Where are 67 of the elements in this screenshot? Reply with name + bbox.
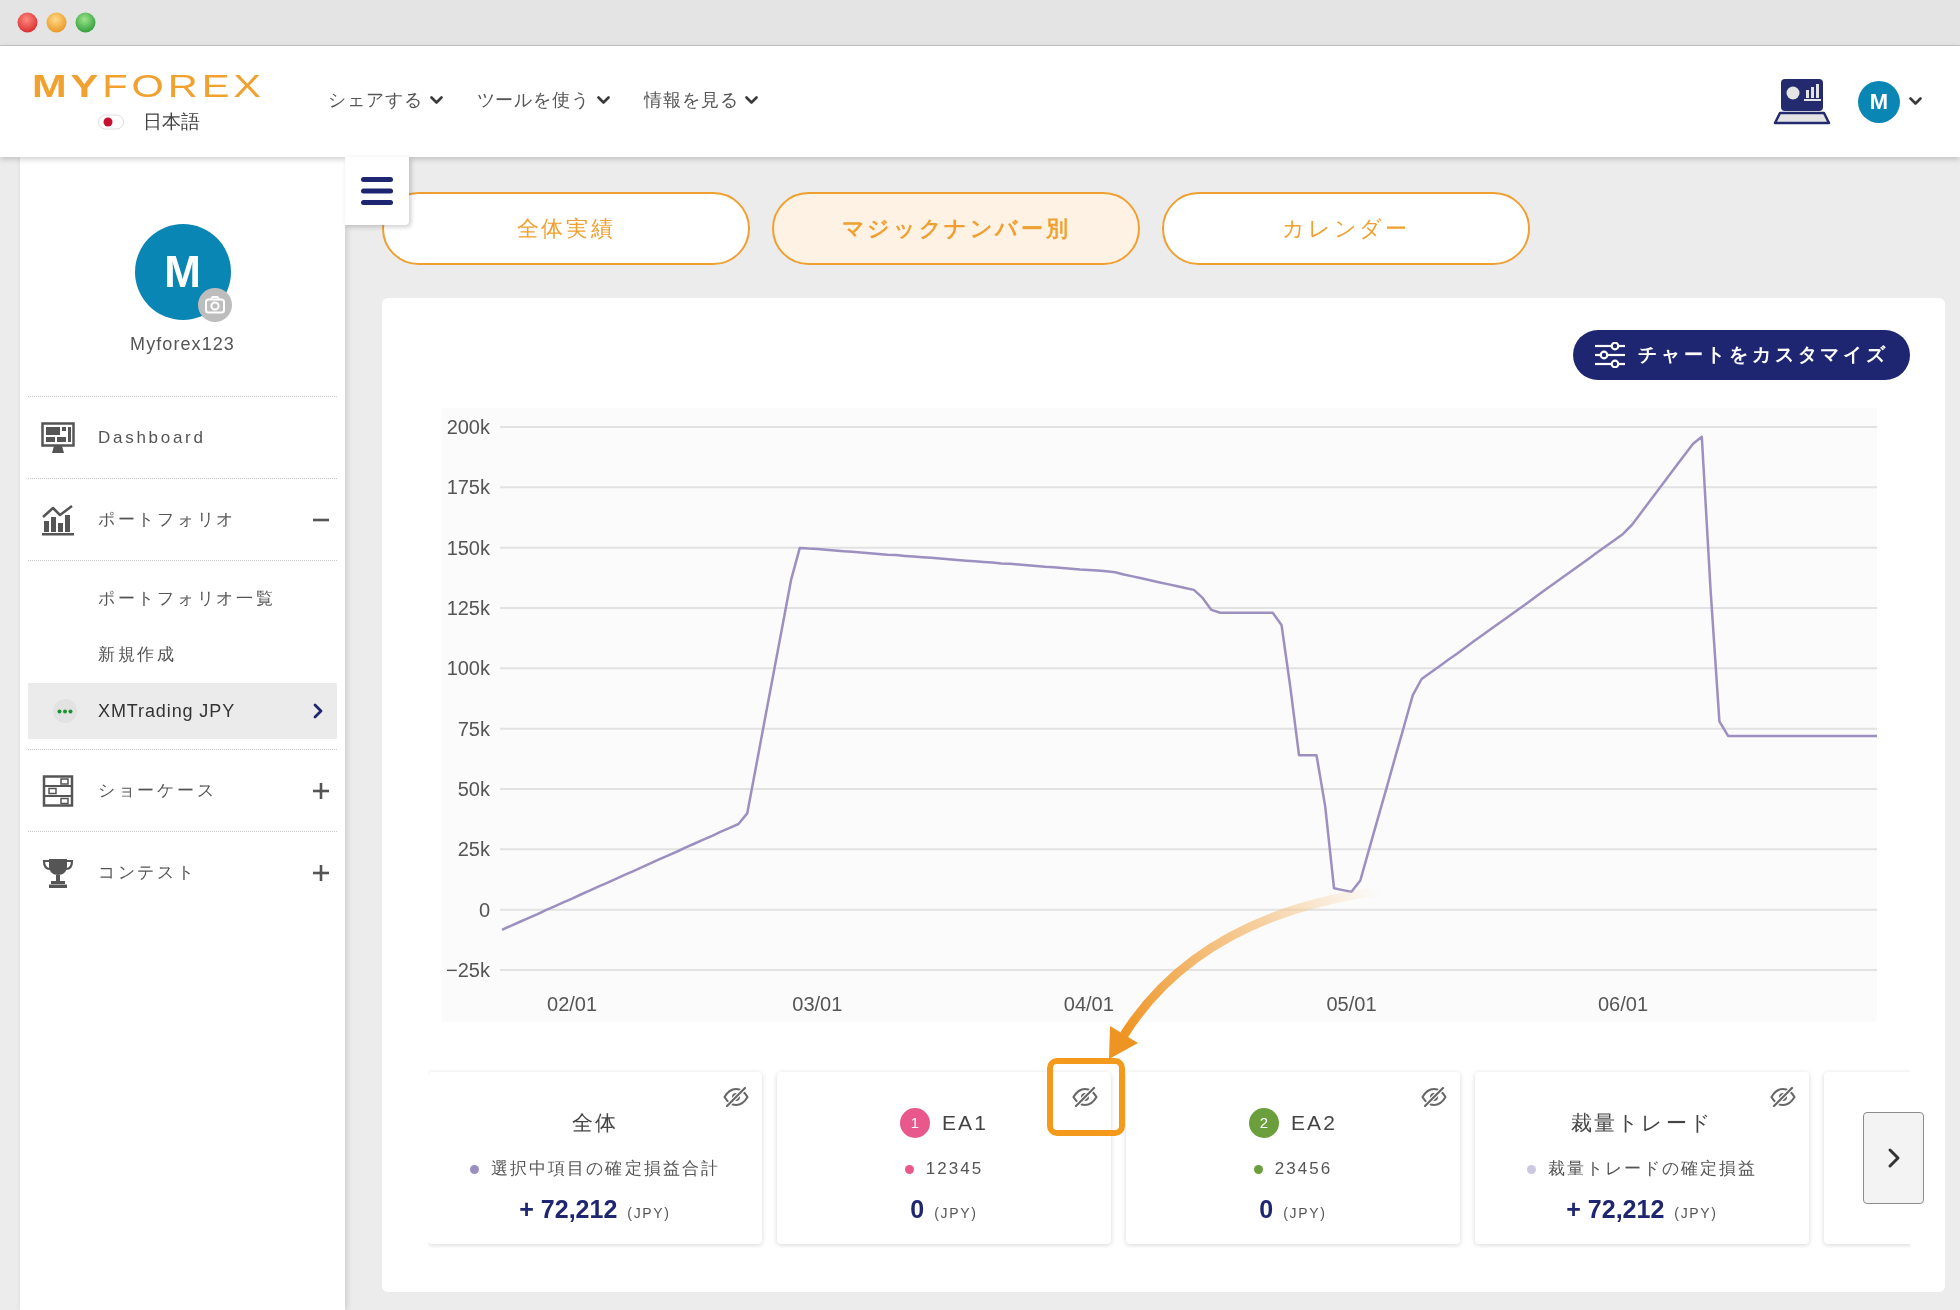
card-title: 全体 [571, 1110, 619, 1137]
y-axis-label: 0 [478, 898, 490, 921]
laptop-chart-icon[interactable] [1773, 77, 1831, 126]
chevron-down-icon[interactable] [429, 95, 443, 105]
card-value: 0 [910, 1194, 925, 1225]
plus-icon[interactable] [312, 863, 330, 882]
number-badge: 1 [900, 1108, 930, 1138]
username: Myforex123 [130, 333, 235, 356]
chevron-down-icon[interactable] [596, 95, 610, 105]
eye-slash-icon[interactable] [1421, 1087, 1447, 1107]
plus-icon[interactable] [312, 781, 330, 800]
x-axis-label: 05/01 [1326, 993, 1377, 1015]
y-axis-label: 25k [457, 838, 490, 861]
profile-avatar[interactable]: M [134, 224, 231, 320]
y-axis-label: 75k [457, 717, 490, 740]
menu-icon [361, 177, 393, 205]
chevron-down-icon[interactable] [1909, 97, 1922, 106]
chevron-right-icon[interactable] [313, 703, 323, 719]
cabinet-icon [41, 774, 75, 807]
card-value: + 72,212 [1566, 1194, 1665, 1225]
flag-icon [97, 113, 125, 131]
currency-unit: (JPY) [627, 1204, 671, 1223]
currency-unit: (JPY) [1283, 1204, 1327, 1223]
next-button[interactable] [1863, 1112, 1924, 1204]
menu-button[interactable] [345, 157, 409, 225]
sliders-icon [1594, 342, 1627, 368]
x-axis-label: 03/01 [792, 993, 843, 1015]
y-axis-label: 150k [446, 536, 490, 559]
x-axis-label: 04/01 [1063, 993, 1114, 1015]
trophy-icon [41, 856, 75, 889]
dots-icon [53, 699, 77, 723]
customize-chart-button[interactable]: チャートをカスタマイズ [1573, 330, 1910, 380]
window-close-icon[interactable] [17, 12, 38, 33]
y-axis-label: 175k [446, 476, 490, 499]
card-subtitle: 12345 [925, 1158, 984, 1181]
x-axis-label: 02/01 [547, 993, 598, 1015]
y-axis-label: 200k [446, 416, 490, 438]
y-axis-label: 100k [446, 657, 490, 680]
eye-slash-icon[interactable] [1770, 1087, 1796, 1107]
nav-menu[interactable]: ツールを使う [476, 86, 610, 114]
chevron-right-icon [1886, 1147, 1901, 1169]
user-avatar[interactable]: M [1858, 80, 1900, 123]
x-axis-label: 06/01 [1597, 993, 1649, 1015]
card-subtitle: 選択中項目の確定損益合計 [491, 1158, 720, 1181]
card-subtitle: 裁量トレードの確定損益 [1547, 1158, 1758, 1181]
chevron-down-icon[interactable] [745, 95, 759, 105]
nav-menu[interactable]: 情報を見る [643, 86, 759, 114]
card-title: EA2 [1291, 1110, 1337, 1137]
currency-unit: (JPY) [1674, 1204, 1718, 1223]
card-subtitle: 23456 [1274, 1158, 1333, 1181]
card-value: + 72,212 [519, 1194, 618, 1225]
y-axis-label: 50k [457, 778, 490, 800]
y-axis-label: −25k [446, 959, 490, 981]
card-title: 裁量トレード [1571, 1110, 1713, 1137]
sidebar-subitem[interactable]: XMTrading JPY [28, 683, 337, 739]
bar-chart-icon [41, 503, 75, 536]
number-badge: 2 [1249, 1108, 1279, 1138]
y-axis-label: 125k [446, 597, 490, 619]
card-title: EA1 [942, 1110, 988, 1137]
currency-unit: (JPY) [934, 1204, 978, 1223]
eye-slash-icon[interactable] [723, 1087, 749, 1107]
card-value: 0 [1259, 1194, 1274, 1225]
nav-menu[interactable]: シェアする [328, 86, 443, 114]
eye-slash-icon[interactable] [1072, 1087, 1098, 1107]
language-selector[interactable]: 日本語 [143, 110, 200, 134]
dashboard-icon [41, 421, 75, 454]
camera-icon[interactable] [197, 288, 232, 322]
